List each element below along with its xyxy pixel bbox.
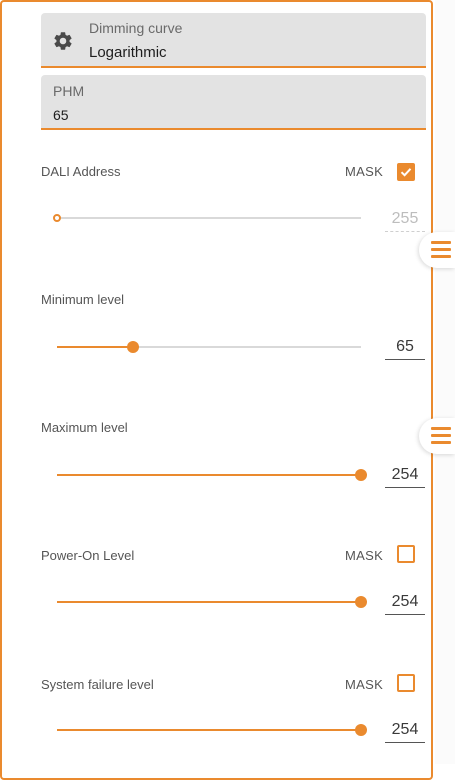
power-on-level-slider-fill	[57, 601, 361, 603]
power-on-level-value[interactable]: 254	[385, 593, 425, 615]
system-failure-level-label: System failure level	[41, 677, 154, 692]
dali-address-mask-label: MASK	[345, 164, 384, 179]
power-on-level-slider-thumb[interactable]	[355, 596, 367, 608]
maximum-level-slider-thumb[interactable]	[355, 469, 367, 481]
system-failure-level-value[interactable]: 254	[385, 721, 425, 743]
maximum-level-label: Maximum level	[41, 420, 128, 435]
system-failure-mask-checkbox[interactable]	[397, 674, 415, 692]
gear-icon	[54, 32, 72, 50]
minimum-level-slider-fill	[57, 346, 133, 348]
phm-field[interactable]: PHM 65	[41, 75, 426, 130]
power-on-mask-label: MASK	[345, 548, 384, 563]
minimum-level-slider[interactable]	[57, 341, 361, 353]
maximum-level-slider[interactable]	[57, 469, 367, 481]
dimming-curve-label: Dimming curve	[89, 20, 183, 36]
minimum-level-value[interactable]: 65	[385, 338, 425, 360]
system-failure-level-slider-fill	[57, 729, 361, 731]
dali-address-slider[interactable]	[53, 214, 361, 222]
system-failure-level-slider-thumb[interactable]	[355, 724, 367, 736]
phm-label: PHM	[53, 83, 85, 99]
maximum-level-value[interactable]: 254	[385, 466, 425, 488]
power-on-mask-checkbox[interactable]	[397, 545, 415, 563]
side-panel-edge	[435, 0, 455, 764]
dimming-curve-value: Logarithmic	[89, 44, 167, 61]
phm-value: 65	[53, 107, 69, 123]
minimum-level-label: Minimum level	[41, 292, 125, 307]
dali-address-slider-thumb[interactable]	[53, 214, 61, 222]
menu-button-top[interactable]	[419, 232, 455, 268]
dali-address-mask-checkbox[interactable]	[397, 163, 415, 181]
checkmark-icon	[400, 168, 412, 177]
maximum-level-slider-fill	[57, 474, 361, 476]
system-failure-level-slider[interactable]	[57, 724, 367, 736]
power-on-level-slider[interactable]	[57, 596, 367, 608]
power-on-level-label: Power-On Level	[41, 548, 135, 563]
minimum-level-slider-thumb[interactable]	[127, 341, 139, 353]
system-failure-mask-label: MASK	[345, 677, 384, 692]
dali-address-value[interactable]: 255	[385, 210, 425, 232]
menu-button-bottom[interactable]	[419, 418, 455, 454]
dimming-curve-select[interactable]: Dimming curve Logarithmic	[41, 13, 426, 68]
dali-address-label: DALI Address	[41, 164, 121, 179]
